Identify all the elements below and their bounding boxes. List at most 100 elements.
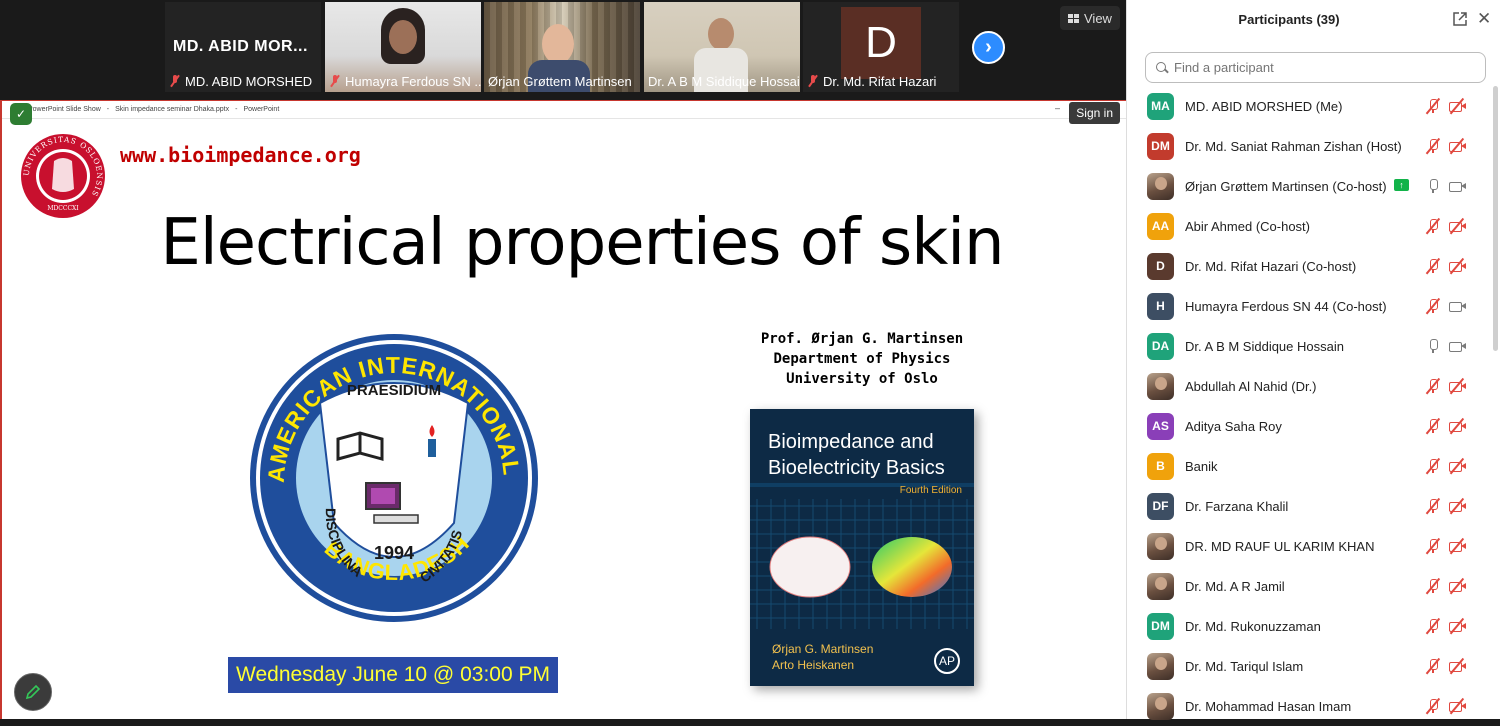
camera-off-icon[interactable] [1449,617,1466,635]
mic-muted-icon[interactable] [1425,97,1441,115]
mic-muted-icon[interactable] [1425,377,1441,395]
camera-off-icon[interactable] [1449,97,1466,115]
mic-muted-icon[interactable] [1425,697,1441,715]
security-shield-icon[interactable]: ✓ [10,103,32,125]
book-authors: Ørjan G. Martinsen Arto Heiskanen [772,641,873,673]
participant-status-icons [1425,657,1466,675]
participant-name: Dr. Md. Rifat Hazari (Co-host) [1185,258,1357,274]
muted-mic-icon [329,75,341,87]
view-label: View [1084,10,1112,26]
participant-name: Dr. Farzana Khalil [1185,498,1289,514]
camera-off-icon[interactable] [1449,137,1466,155]
logo-year: 1994 [374,543,414,563]
participant-row[interactable]: DA Dr. A B M Siddique Hossain [1127,326,1493,366]
participant-status-icons [1425,537,1466,555]
sign-in-button[interactable]: Sign in [1069,102,1120,124]
camera-off-icon[interactable] [1449,657,1466,675]
participant-status-icons [1425,137,1466,155]
participant-row[interactable]: H Humayra Ferdous SN 44 (Co-host) [1127,286,1493,326]
participant-status-icons [1425,577,1466,595]
participant-name: Ørjan Grøttem Martinsen (Co-host) [1185,178,1387,194]
camera-off-icon[interactable] [1449,257,1466,275]
camera-off-icon[interactable] [1449,497,1466,515]
participant-row[interactable]: D Dr. Md. Rifat Hazari (Co-host) [1127,246,1493,286]
logo-praesidium: PRAESIDIUM [347,382,441,399]
presenter-university: University of Oslo [786,371,938,387]
mic-muted-icon[interactable] [1425,417,1441,435]
mic-muted-icon[interactable] [1425,257,1441,275]
participant-row[interactable]: Ørjan Grøttem Martinsen (Co-host) ↑ [1127,166,1493,206]
participant-name: Dr. Md. Saniat Rahman Zishan (Host) [1185,138,1402,154]
shared-screen[interactable]: PowerPoint Slide Show - Skin impedance s… [0,100,1126,719]
avatar: D [1147,252,1174,280]
mic-muted-icon[interactable] [1425,217,1441,235]
camera-off-icon[interactable] [1449,457,1466,475]
participant-row[interactable]: DR. MD RAUF UL KARIM KHAN [1127,526,1493,566]
next-page-button[interactable]: › [972,31,1005,64]
view-button[interactable]: View [1060,6,1120,30]
avatar: DM [1147,612,1174,640]
mic-muted-icon[interactable] [1425,497,1441,515]
camera-off-icon[interactable] [1449,377,1466,395]
participant-row[interactable]: MA MD. ABID MORSHED (Me) [1127,86,1493,126]
participant-row[interactable]: DM Dr. Md. Saniat Rahman Zishan (Host) [1127,126,1493,166]
video-tile[interactable]: Humayra Ferdous SN ... [325,2,481,92]
participant-row[interactable]: Dr. Md. Tariqul Islam [1127,646,1493,686]
participant-row[interactable]: Dr. Mohammad Hasan Imam [1127,686,1493,726]
participant-name: Abdullah Al Nahid (Dr.) [1185,378,1317,394]
avatar [1147,532,1174,560]
video-tile[interactable]: D Dr. Md. Rifat Hazari [803,2,959,92]
participant-row[interactable]: DF Dr. Farzana Khalil [1127,486,1493,526]
participant-row[interactable]: AS Aditya Saha Roy [1127,406,1493,446]
participant-status-icons [1425,257,1466,275]
book-cover: Bioimpedance and Bioelectricity Basics F… [750,409,974,686]
participant-row[interactable]: Abdullah Al Nahid (Dr.) [1127,366,1493,406]
mic-icon[interactable] [1425,178,1441,194]
participant-row[interactable]: Dr. Md. A R Jamil [1127,566,1493,606]
participant-status-icons [1425,497,1466,515]
close-icon[interactable]: ✕ [1477,9,1491,29]
mic-muted-icon[interactable] [1425,657,1441,675]
video-tile[interactable]: Dr. A B M Siddique Hossain [644,2,800,92]
video-tile-active-speaker[interactable]: Ørjan Grøttem Martinsen [484,2,640,92]
mic-muted-icon[interactable] [1425,617,1441,635]
participant-search[interactable] [1145,52,1486,83]
mic-muted-icon[interactable] [1425,297,1441,315]
avatar: B [1147,452,1174,480]
pop-out-icon[interactable] [1453,12,1467,26]
participant-name: Abir Ahmed (Co-host) [1185,218,1310,234]
tile-caption: Humayra Ferdous SN ... [329,72,481,90]
camera-off-icon[interactable] [1449,577,1466,595]
camera-off-icon[interactable] [1449,537,1466,555]
book-author: Ørjan G. Martinsen [772,642,874,656]
annotate-pencil-button[interactable] [14,673,52,711]
mic-muted-icon[interactable] [1425,457,1441,475]
search-input[interactable] [1174,60,1474,75]
participant-row[interactable]: AA Abir Ahmed (Co-host) [1127,206,1493,246]
mic-muted-icon[interactable] [1425,577,1441,595]
mic-muted-icon[interactable] [1425,537,1441,555]
camera-icon[interactable] [1449,178,1466,194]
participant-status-icons [1425,697,1466,715]
participant-row[interactable]: DM Dr. Md. Rukonuzzaman [1127,606,1493,646]
mic-muted-icon[interactable] [1425,137,1441,155]
tile-caption-name: Humayra Ferdous SN ... [345,73,481,89]
participant-name: MD. ABID MORSHED (Me) [1185,98,1343,114]
participant-status-icons [1425,617,1466,635]
video-tile[interactable]: MD. ABID MOR... MD. ABID MORSHED [165,2,321,92]
mic-icon[interactable] [1425,338,1441,354]
tile-caption: Dr. Md. Rifat Hazari [807,72,936,90]
ppt-separator: - [106,106,110,113]
book-title: Bioimpedance and Bioelectricity Basics [768,429,968,481]
ppt-minimize-button[interactable]: – [1055,103,1060,113]
participant-row[interactable]: B Banik [1127,446,1493,486]
camera-icon[interactable] [1449,338,1466,354]
scrollbar[interactable] [1493,86,1498,351]
slide-url: www.bioimpedance.org [120,143,361,167]
camera-off-icon[interactable] [1449,217,1466,235]
participant-status-icons [1425,457,1466,475]
muted-mic-icon [807,75,819,87]
camera-off-icon[interactable] [1449,417,1466,435]
camera-off-icon[interactable] [1449,697,1466,715]
camera-icon[interactable] [1449,298,1466,314]
